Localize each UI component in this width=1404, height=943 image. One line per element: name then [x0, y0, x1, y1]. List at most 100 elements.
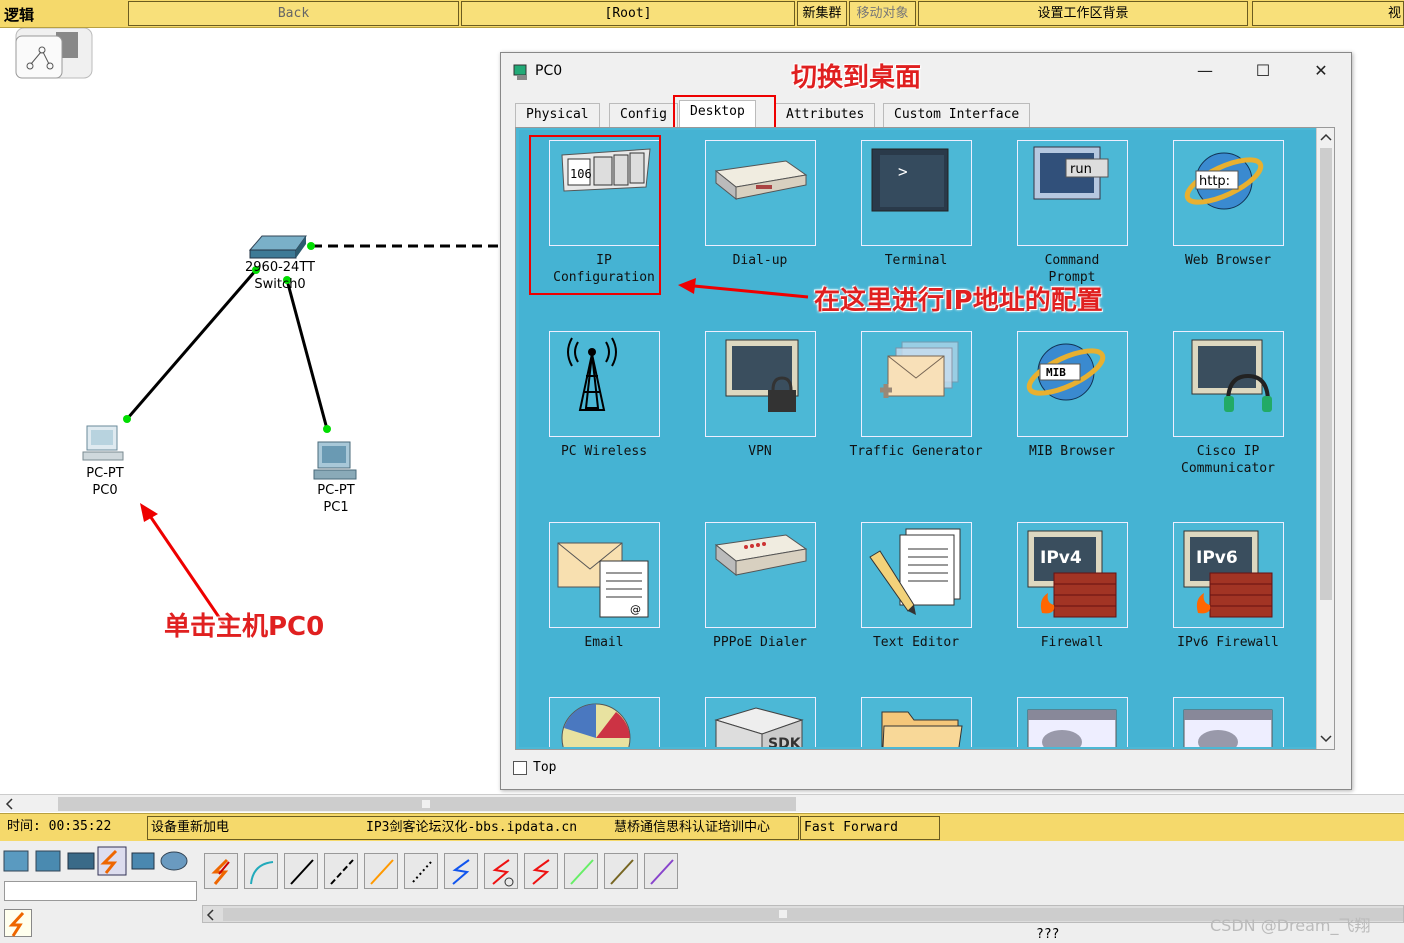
hub-category-icon[interactable] — [67, 852, 95, 870]
pc-window-icon — [513, 64, 527, 80]
app-label: Cisco IP Communicator — [1181, 444, 1275, 476]
router-category-icon[interactable] — [3, 850, 29, 872]
sdk-box-icon: SDK — [705, 697, 816, 747]
app-label: Firewall — [1040, 635, 1104, 650]
cloud-window-icon — [1017, 697, 1128, 747]
desktop-vertical-scrollbar[interactable] — [1316, 128, 1334, 749]
canvas-horizontal-scrollbar[interactable] — [0, 794, 1404, 812]
new-cluster-button[interactable]: 新集群 — [797, 1, 847, 26]
close-button[interactable]: ✕ — [1301, 59, 1341, 83]
device-category-icons — [3, 846, 188, 876]
ipv6-firewall-icon: IPv6 — [1173, 522, 1284, 628]
usb-cable-button[interactable] — [644, 853, 678, 889]
run-icon-text: run — [1070, 162, 1092, 177]
app-label: IPv6 Firewall — [1177, 635, 1279, 650]
text-editor-icon — [861, 522, 972, 628]
phone-cable-button[interactable] — [404, 853, 438, 889]
back-button[interactable]: Back — [128, 1, 459, 26]
annotation-switch-desktop: 切换到桌面 — [791, 63, 922, 93]
crossover-cable-button[interactable] — [324, 853, 358, 889]
switch-icon[interactable] — [248, 235, 307, 259]
modem-icon — [705, 140, 816, 246]
device-model-text: ??? — [1036, 927, 1060, 942]
fast-forward-button[interactable]: Fast Forward Time — [800, 816, 940, 857]
status-bar: 时间: 00:35:22 设备重新加电 IP3剑客论坛汉化-bbs.ipdata… — [0, 813, 1404, 857]
sim-time: 时间: 00:35:22 — [7, 819, 112, 834]
selected-connection-icon[interactable] — [4, 909, 32, 937]
top-checkbox[interactable] — [513, 761, 527, 775]
device-search-input[interactable] — [4, 881, 197, 901]
serial-dte-cable-button[interactable] — [524, 853, 558, 889]
switch-category-icon[interactable] — [35, 850, 61, 872]
connections-category-icon[interactable] — [97, 846, 127, 876]
switch-label: 2960-24TT Switch0 — [232, 259, 328, 293]
coaxial-cable-button[interactable] — [444, 853, 478, 889]
app-label: Terminal — [884, 253, 948, 268]
pie-chart-icon — [549, 697, 660, 747]
maximize-button[interactable]: ☐ — [1243, 59, 1283, 83]
ipv6-icon-text: IPv6 — [1196, 548, 1238, 568]
auto-connection-button[interactable] — [204, 853, 238, 889]
highlight-ip-configuration — [529, 135, 661, 295]
http-icon-text: http: — [1199, 174, 1230, 189]
forum-text: IP3剑客论坛汉化-bbs.ipdata.cn — [366, 820, 578, 835]
pc0-model: PC-PT — [86, 466, 124, 481]
device-panel: ??? — [0, 841, 1404, 943]
firewall-icon: IPv4 — [1017, 522, 1128, 628]
prompt-char: > — [898, 162, 908, 181]
ipv4-icon-text: IPv4 — [1040, 548, 1082, 568]
app-label: VPN — [748, 444, 772, 459]
app-label: Traffic Generator — [849, 444, 983, 459]
app-label: Email — [584, 635, 624, 650]
cloud-window-icon — [1173, 697, 1284, 747]
link-light — [123, 415, 131, 423]
tab-config[interactable]: Config — [609, 103, 678, 127]
tab-custom-interface[interactable]: Custom Interface — [883, 103, 1031, 127]
annotation-config-here: 在这里进行IP地址的配置 — [814, 286, 1103, 316]
viewport-button[interactable]: 视 — [1252, 1, 1404, 26]
power-cycle-label: 设备重新加电 — [151, 820, 230, 835]
set-background-button[interactable]: 设置工作区背景 — [918, 1, 1248, 26]
traffic-generator-icon — [861, 331, 972, 437]
pc1-model: PC-PT — [317, 483, 355, 498]
root-breadcrumb: [Root] — [461, 1, 795, 26]
vpn-lock-icon — [705, 331, 816, 437]
email-icon: @ — [549, 522, 660, 628]
console-cable-button[interactable] — [244, 853, 278, 889]
wan-cloud-category-icon[interactable] — [160, 851, 188, 871]
move-object-button[interactable]: 移动对象 — [849, 1, 916, 26]
switch-name: Switch0 — [254, 277, 306, 292]
end-device-category-icon[interactable] — [131, 852, 155, 870]
tab-physical[interactable]: Physical — [515, 103, 600, 127]
app-label: Web Browser — [1184, 253, 1272, 268]
pc1-icon[interactable] — [313, 441, 357, 480]
web-browser-icon: http: — [1173, 140, 1284, 246]
command-prompt-icon: run — [1017, 140, 1128, 246]
at-sign: @ — [630, 603, 641, 616]
pc0-icon[interactable] — [82, 425, 124, 461]
app-label: MIB Browser — [1028, 444, 1116, 459]
octal-cable-button[interactable] — [564, 853, 598, 889]
navigation-panel-icon[interactable] — [14, 27, 94, 80]
power-cycle-button[interactable]: 设备重新加电 IP3剑客论坛汉化-bbs.ipdata.cn 慧桥通信思科认证培… — [147, 816, 799, 840]
pc0-name: PC0 — [92, 483, 118, 498]
top-toolbar: 逻辑 Back [Root] 新集群 移动对象 设置工作区背景 视 — [0, 0, 1404, 28]
pc1-label: PC-PT PC1 — [301, 482, 371, 516]
logic-workspace-label: 逻辑 — [4, 6, 35, 24]
watermark: CSDN @Dream_飞翔 — [1210, 916, 1371, 935]
tab-attributes[interactable]: Attributes — [775, 103, 876, 127]
straight-through-cable-button[interactable] — [284, 853, 318, 889]
sdk-icon-text: SDK — [768, 736, 802, 747]
folder-icon — [861, 697, 972, 747]
mib-browser-icon: MIB — [1017, 331, 1128, 437]
headset-icon — [1173, 331, 1284, 437]
pc1-name: PC1 — [323, 500, 349, 515]
link-switch-pc1 — [285, 279, 329, 430]
serial-dce-cable-button[interactable] — [484, 853, 518, 889]
minimize-button[interactable]: — — [1185, 59, 1225, 83]
pppoe-dialer-icon — [705, 522, 816, 628]
fiber-cable-button[interactable] — [364, 853, 398, 889]
app-label: PPPoE Dialer — [713, 635, 807, 650]
iot-custom-cable-button[interactable] — [604, 853, 638, 889]
link-light — [323, 425, 331, 433]
